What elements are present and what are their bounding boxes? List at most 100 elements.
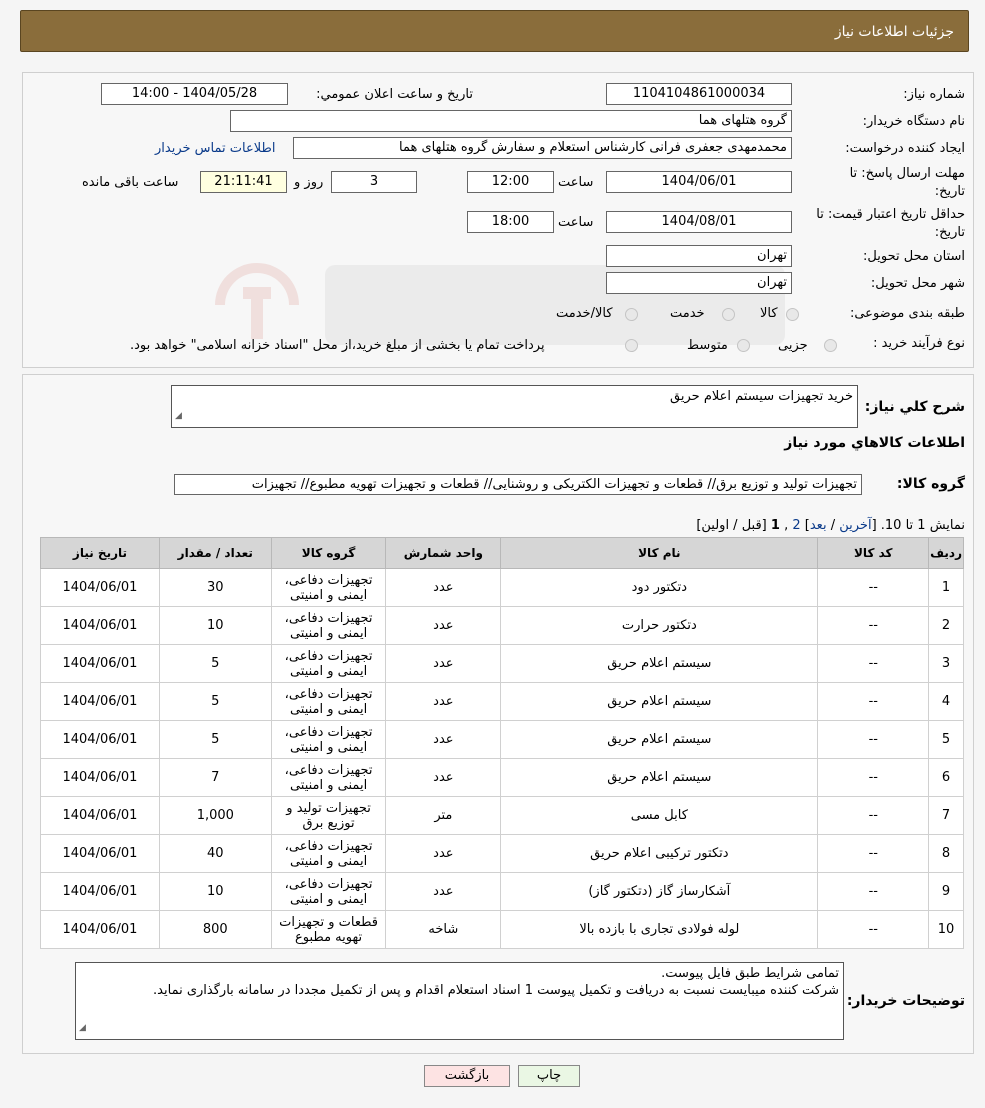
need-number-label: شماره نیاز: <box>903 87 965 102</box>
process-type-label: نوع فرآیند خرید : <box>873 336 965 351</box>
category-radio-goods[interactable] <box>786 308 799 321</box>
category-option-goods: کالا <box>760 306 778 321</box>
cell-goods-group: تجهیزات تولید و توزیع برق <box>270 796 387 835</box>
cell-goods-code: -- <box>817 720 930 759</box>
cell-goods-name: دتکتور دود <box>500 568 819 607</box>
resize-handle-icon[interactable]: ◢ <box>79 1020 86 1037</box>
cell-row-number: 3 <box>928 644 964 683</box>
cell-quantity: 10 <box>158 872 272 911</box>
buyer-org-field: گروه هتلهای هما <box>230 110 792 132</box>
cell-goods-group: تجهیزات دفاعی، ایمنی و امنیتی <box>270 606 387 645</box>
cell-goods-group: تجهیزات دفاعی، ایمنی و امنیتی <box>270 720 387 759</box>
days-label: روز و <box>294 175 324 190</box>
time-remaining-field: 21:11:41 <box>200 171 287 193</box>
cell-unit: متر <box>385 796 502 835</box>
buyer-contact-link[interactable]: اطلاعات تماس خریدار <box>155 141 275 156</box>
cell-goods-code: -- <box>817 834 930 873</box>
col-header-goods-group: گروه کالا <box>270 537 387 569</box>
cell-goods-name: سیستم اعلام حریق <box>500 682 819 721</box>
need-description-text: خرید تجهیزات سیستم اعلام حریق <box>670 389 853 404</box>
table-row: 6 -- سیستم اعلام حریق عدد تجهیزات دفاعی، ایم… <box>40 758 964 797</box>
price-validity-time-label: ساعت <box>558 215 594 230</box>
cell-row-number: 2 <box>928 606 964 645</box>
delivery-city-label: شهر محل تحویل: <box>870 276 965 291</box>
creator-field: محمدمهدی جعفری فرانی کارشناس استعلام و س… <box>293 137 792 159</box>
buyer-notes-field: تمامی شرایط طبق فایل پیوست. شرکت کننده م… <box>75 962 844 1040</box>
cell-goods-name: دتکتور حرارت <box>500 606 819 645</box>
category-label: طبقه بندی موضوعی: <box>849 306 965 321</box>
process-option-medium: متوسط <box>687 338 728 353</box>
cell-unit: عدد <box>385 606 502 645</box>
price-validity-date-field: 1404/08/01 <box>606 211 792 233</box>
table-row: 10 -- لوله فولادی تجاری با بازده بالا شاخه ق… <box>40 910 964 949</box>
reply-deadline-label-date: تاریخ: <box>934 184 965 199</box>
announce-datetime-field: 1404/05/28 - 14:00 <box>101 83 288 105</box>
cell-goods-group: تجهیزات دفاعی، ایمنی و امنیتی <box>270 758 387 797</box>
category-option-goods-service: کالا/خدمت <box>556 306 613 321</box>
back-button[interactable]: بازگشت <box>424 1065 510 1087</box>
resize-handle-icon[interactable]: ◢ <box>175 408 182 425</box>
cell-goods-group: تجهیزات دفاعی، ایمنی و امنیتی <box>270 834 387 873</box>
table-row: 7 -- کابل مسی متر تجهیزات تولید و توزیع برق 1… <box>40 796 964 835</box>
cell-goods-code: -- <box>817 910 930 949</box>
reply-date-field: 1404/06/01 <box>606 171 792 193</box>
cell-goods-group: تجهیزات دفاعی، ایمنی و امنیتی <box>270 644 387 683</box>
delivery-city-field: تهران <box>606 272 792 294</box>
page-title: جزئیات اطلاعات نیاز <box>834 24 954 40</box>
category-radio-service[interactable] <box>722 308 735 321</box>
pagination-suffix: [قبل / اولین] <box>696 518 771 533</box>
process-radio-minor[interactable] <box>824 339 837 352</box>
buyer-notes-line-1: تمامی شرایط طبق فایل پیوست. <box>661 966 839 981</box>
pagination-page-2-link[interactable]: 2 <box>792 518 800 533</box>
col-header-row-number: ردیف <box>928 537 964 569</box>
price-validity-time-field: 18:00 <box>467 211 554 233</box>
pagination-last-link[interactable]: آخرین <box>839 518 871 533</box>
cell-goods-name: کابل مسی <box>500 796 819 835</box>
cell-unit: عدد <box>385 872 502 911</box>
goods-table-header: ردیف کد کالا نام کالا واحد شمارش گروه کا… <box>40 537 964 569</box>
category-option-service: خدمت <box>670 306 705 321</box>
pagination-next-link[interactable]: بعد <box>810 518 827 533</box>
cell-goods-name: سیستم اعلام حریق <box>500 644 819 683</box>
pagination-prefix: نمایش 1 تا 10. [ <box>871 518 965 533</box>
goods-section-title: اطلاعات کالاهاي مورد نياز <box>784 435 965 451</box>
print-button[interactable]: چاپ <box>518 1065 580 1087</box>
cell-unit: شاخه <box>385 910 502 949</box>
cell-unit: عدد <box>385 834 502 873</box>
cell-goods-name: دتکتور ترکیبی اعلام حریق <box>500 834 819 873</box>
col-header-goods-code: کد کالا <box>817 537 930 569</box>
process-option-minor: جزیی <box>778 338 808 353</box>
need-number-field: 1104104861000034 <box>606 83 792 105</box>
process-radio-medium[interactable] <box>737 339 750 352</box>
goods-group-label: گروه کالا: <box>896 476 965 492</box>
cell-unit: عدد <box>385 682 502 721</box>
process-radio-treasury[interactable] <box>625 339 638 352</box>
cell-unit: عدد <box>385 758 502 797</box>
cell-goods-code: -- <box>817 568 930 607</box>
need-description-field: خرید تجهیزات سیستم اعلام حریق ◢ <box>171 385 858 428</box>
delivery-province-label: استان محل تحویل: <box>863 249 965 264</box>
cell-need-date: 1404/06/01 <box>40 872 160 911</box>
cell-need-date: 1404/06/01 <box>40 834 160 873</box>
cell-quantity: 5 <box>158 682 272 721</box>
reply-deadline-label: مهلت ارسال پاسخ: تا <box>849 166 965 181</box>
cell-row-number: 9 <box>928 872 964 911</box>
table-row: 1 -- دتکتور دود عدد تجهیزات دفاعی، ایمنی و ا… <box>40 568 964 607</box>
cell-goods-code: -- <box>817 606 930 645</box>
col-header-unit: واحد شمارش <box>385 537 502 569</box>
time-remaining-label: ساعت باقی مانده <box>82 175 179 190</box>
category-radio-goods-service[interactable] <box>625 308 638 321</box>
cell-need-date: 1404/06/01 <box>40 758 160 797</box>
pagination-current-page: 1 <box>770 518 780 533</box>
cell-unit: عدد <box>385 644 502 683</box>
buyer-org-label: نام دستگاه خریدار: <box>862 114 965 129</box>
cell-goods-group: تجهیزات دفاعی، ایمنی و امنیتی <box>270 872 387 911</box>
cell-goods-code: -- <box>817 644 930 683</box>
buyer-notes-line-2: شرکت کننده میبایست نسبت به دریافت و تکمی… <box>153 983 839 998</box>
reply-time-label: ساعت <box>558 175 594 190</box>
cell-goods-group: تجهیزات دفاعی، ایمنی و امنیتی <box>270 682 387 721</box>
pagination: نمایش 1 تا 10. [آخرین / بعد] 2 , 1 [قبل … <box>696 518 965 533</box>
cell-need-date: 1404/06/01 <box>40 568 160 607</box>
cell-row-number: 10 <box>928 910 964 949</box>
cell-goods-group: قطعات و تجهیزات تهویه مطبوع <box>270 910 387 949</box>
